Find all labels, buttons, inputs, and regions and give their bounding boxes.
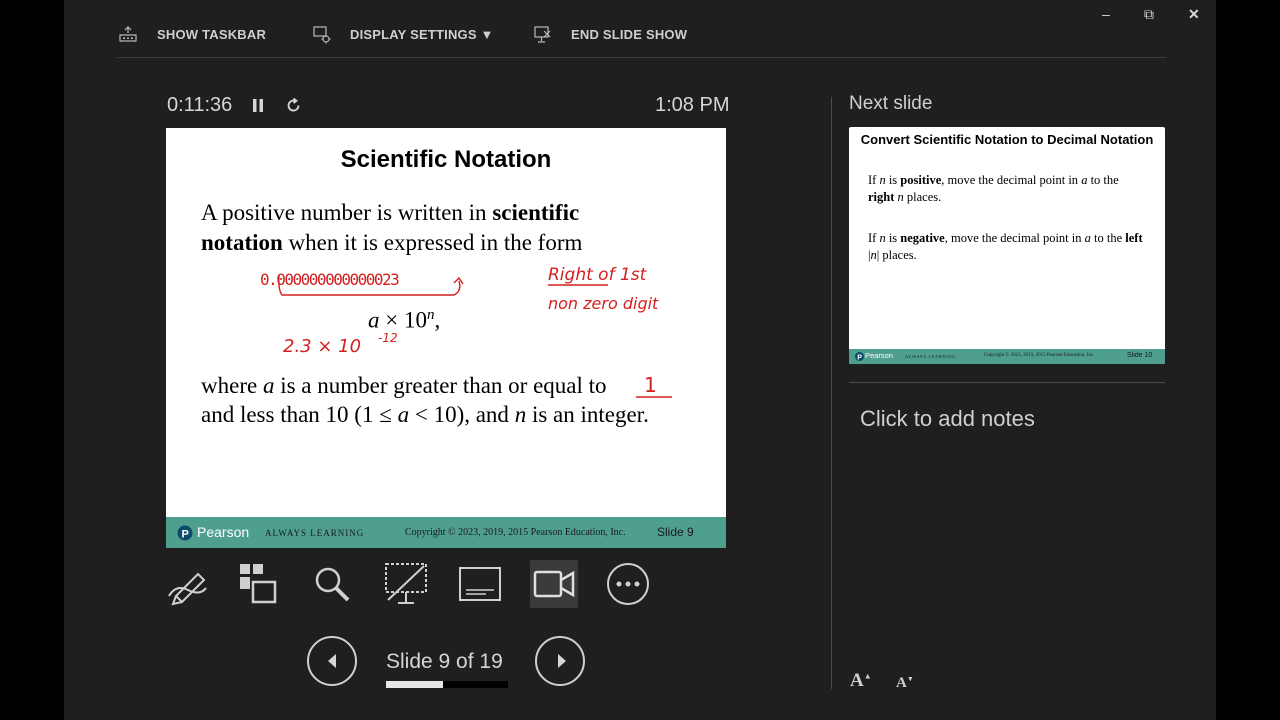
slide-progress-bar (386, 681, 508, 688)
see-all-slides-button[interactable] (236, 560, 284, 608)
magnifier-icon (315, 567, 350, 602)
elapsed-timer: 0:11:36 (167, 94, 233, 116)
subtitles-button[interactable] (456, 560, 504, 608)
svg-text:P: P (182, 529, 189, 541)
camera-icon (533, 570, 575, 598)
footer-slide-number: Slide 9 (657, 525, 694, 539)
next-footer-brand: Pearson (865, 351, 893, 360)
pearson-logo-icon: P (177, 525, 193, 541)
close-button[interactable]: ✕ (1188, 6, 1200, 23)
next-slide-button[interactable] (535, 636, 585, 686)
display-settings-label: DISPLAY SETTINGS ▼ (350, 27, 494, 42)
blackout-screen-icon (385, 563, 427, 604)
next-slide-footer: P Pearson ALWAYS LEARNING Copyright © 20… (849, 349, 1165, 364)
grid-slides-icon (240, 564, 277, 604)
decrease-font-label: A (896, 675, 907, 691)
presenter-view: SHOW TASKBAR DISPLAY SETTINGS ▼ END SLID… (64, 0, 1216, 720)
previous-arrow-icon (328, 654, 336, 668)
taskbar-icon (119, 26, 137, 42)
display-settings-icon (313, 26, 331, 44)
slide-footer: P Pearson ALWAYS LEARNING Copyright © 20… (166, 517, 726, 548)
subtitles-icon (459, 567, 501, 601)
footer-copyright: Copyright © 2023, 2019, 2015 Pearson Edu… (405, 527, 626, 538)
increase-font-label: A (850, 670, 864, 691)
end-show-icon (534, 26, 551, 43)
pen-tool-button[interactable] (164, 560, 212, 608)
ink-example-base: 2.3 × 10 (283, 336, 361, 357)
next-footer-tagline: ALWAYS LEARNING (905, 354, 957, 359)
more-options-button[interactable] (604, 560, 652, 608)
pen-laser-icon (168, 572, 207, 606)
next-footer-slide-number: Slide 10 (1127, 352, 1153, 359)
svg-text:P: P (857, 355, 862, 362)
restore-button[interactable]: ⧉ (1144, 6, 1154, 23)
next-footer-copyright: Copyright © 2023, 2019, 2015 Pearson Edu… (984, 353, 1095, 358)
slide-progress-fill (386, 681, 444, 688)
zoom-button[interactable] (308, 560, 356, 608)
next-slide-paragraph-1: If n is positive, move the decimal point… (868, 173, 1119, 204)
ink-right-of: Right of 1st (548, 265, 648, 285)
display-settings-button[interactable]: DISPLAY SETTINGS ▼ (313, 26, 493, 44)
notes-divider (849, 382, 1165, 383)
reset-timer-icon[interactable] (285, 97, 302, 114)
next-slide-paragraph-2: If n is negative, move the decimal point… (868, 231, 1143, 262)
next-slide-preview[interactable]: Convert Scientific Notation to Decimal N… (849, 127, 1165, 364)
end-slide-show-button[interactable]: END SLIDE SHOW (534, 26, 694, 44)
increase-notes-font-button[interactable]: A▲ (850, 670, 872, 692)
footer-tagline: ALWAYS LEARNING (265, 528, 365, 538)
minimize-button[interactable]: – (1102, 6, 1110, 22)
toolbar-divider (116, 57, 1166, 58)
show-taskbar-label: SHOW TASKBAR (157, 27, 267, 42)
pearson-logo-icon: P (855, 352, 864, 361)
ink-zeros: 0.000000000000023 (260, 270, 399, 289)
ink-nonzero: non zero digit (548, 294, 659, 313)
ink-annotations: 0.000000000000023 Right of 1st non zero … (260, 265, 672, 398)
current-slide[interactable]: Scientific Notation A positive number is… (166, 128, 726, 548)
next-slide-title: Convert Scientific Notation to Decimal N… (860, 132, 1154, 147)
previous-slide-button[interactable] (307, 636, 357, 686)
next-slide-label: Next slide (849, 93, 933, 114)
show-taskbar-button[interactable]: SHOW TASKBAR (119, 26, 269, 44)
end-slide-show-label: END SLIDE SHOW (571, 27, 688, 42)
camera-button[interactable] (530, 560, 578, 608)
more-options-icon (607, 563, 649, 605)
slide-counter[interactable]: Slide 9 of 19 (386, 650, 503, 674)
black-screen-button[interactable] (382, 560, 430, 608)
ink-blank-answer: 1 (644, 373, 657, 397)
current-time: 1:08 PM (655, 94, 730, 116)
panel-divider[interactable] (831, 97, 832, 689)
pause-icon[interactable] (252, 98, 264, 113)
ink-example-exponent: -12 (378, 331, 398, 345)
footer-brand: Pearson (197, 524, 250, 540)
speaker-notes-placeholder[interactable]: Click to add notes (860, 406, 1035, 432)
next-arrow-icon (558, 654, 566, 668)
decrease-notes-font-button[interactable]: A▼ (896, 675, 914, 692)
